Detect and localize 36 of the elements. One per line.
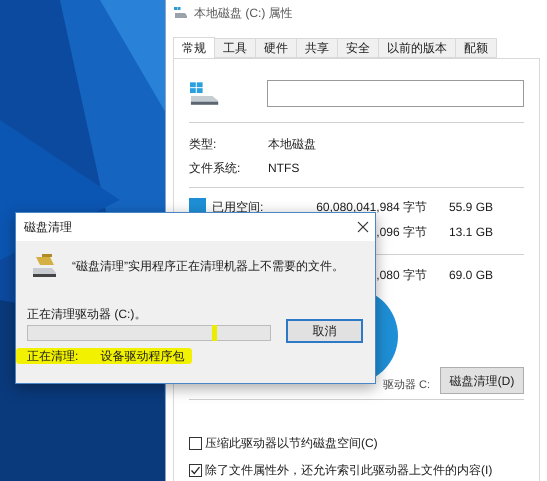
tab[interactable]: 配额: [456, 38, 497, 58]
checkbox-label: 压缩此驱动器以节约磁盘空间(C): [205, 435, 378, 452]
byte-count: 60,080,041,984 字节: [316, 198, 427, 216]
tab[interactable]: 工具: [215, 38, 256, 58]
progress-label: 正在清理驱动器 (C:)。: [27, 306, 148, 323]
drive-icon: [174, 7, 188, 19]
field-value: 本地磁盘: [268, 136, 316, 153]
byte-count: ,096 字节: [376, 224, 427, 240]
size-value: 55.9 GB: [449, 198, 494, 216]
field-label: 文件系统:: [189, 160, 242, 177]
size-value: 13.1 GB: [449, 224, 494, 240]
status-label: 正在清理:: [27, 348, 78, 365]
tab[interactable]: 安全: [338, 38, 379, 58]
tab[interactable]: 共享: [297, 38, 338, 58]
broom-drive-icon: [30, 253, 58, 279]
checkbox[interactable]: [189, 464, 202, 476]
dialog-title: 磁盘清理: [24, 219, 72, 236]
drive-icon: [189, 82, 220, 106]
size-value: 69.0 GB: [449, 266, 494, 284]
name-field[interactable]: [267, 80, 524, 107]
byte-count: ,080 字节: [376, 266, 427, 284]
dialog-message: “磁盘清理”实用程序正在清理机器上不需要的文件。: [72, 258, 344, 275]
tab[interactable]: 以前的版本: [379, 38, 456, 58]
tab[interactable]: 常规: [173, 37, 215, 59]
status-value: 设备驱动程序包: [100, 348, 184, 365]
cancel-button[interactable]: 取消: [286, 319, 363, 343]
checkbox[interactable]: [189, 436, 202, 450]
disk-cleanup-button[interactable]: 磁盘清理(D): [440, 367, 524, 394]
highlight-mark: [212, 325, 217, 341]
drive-caption: 驱动器 C:: [382, 378, 430, 392]
window-title: 本地磁盘 (C:) 属性: [194, 5, 293, 22]
close-icon[interactable]: [357, 221, 369, 233]
field-value: NTFS: [268, 160, 300, 177]
tab[interactable]: 硬件: [256, 38, 297, 58]
field-label: 类型:: [189, 136, 218, 153]
checkbox-label: 除了文件属性外，还允许索引此驱动器上文件的内容(I): [205, 462, 492, 479]
